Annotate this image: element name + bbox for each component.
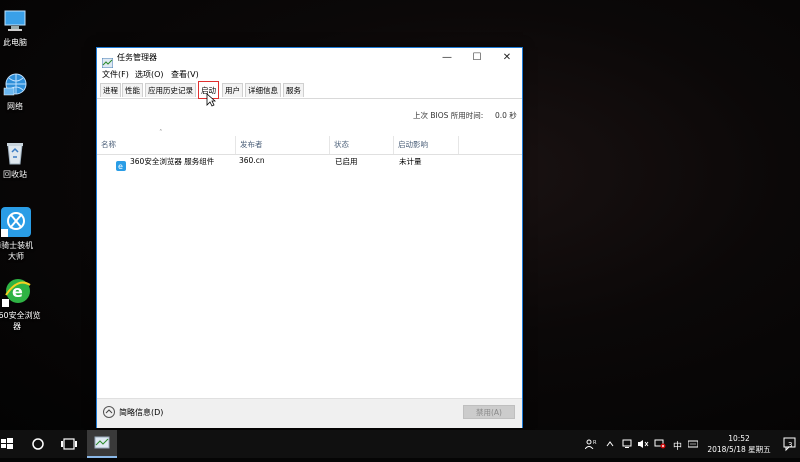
tab-bar: 进程 性能 应用历史记录 启动 用户 详细信息 服务	[97, 81, 522, 99]
tab-details[interactable]: 详细信息	[245, 83, 281, 97]
tab-app-history[interactable]: 应用历史记录	[145, 83, 196, 97]
fewer-details-link[interactable]: 简略信息(D)	[119, 407, 163, 418]
task-view-icon	[61, 438, 77, 450]
row-status: 已启用	[335, 157, 358, 166]
task-manager-taskbar-icon	[94, 436, 110, 449]
maximize-button[interactable]: ☐	[462, 48, 492, 68]
taskbar-task-manager-button[interactable]	[87, 430, 117, 458]
tab-performance[interactable]: 性能	[122, 83, 143, 97]
taskbar: R 中 10:52 2018/5/18 星期五 3	[0, 430, 800, 458]
column-status[interactable]: 状态	[330, 136, 394, 154]
table-row[interactable]: e 360安全浏览器 服务组件 360.cn 已启用 未计量	[97, 154, 522, 171]
desktop-icon-this-pc[interactable]: 此电脑	[0, 8, 46, 48]
display-icon[interactable]	[622, 439, 632, 451]
bios-time-label: 上次 BIOS 所用时间:	[413, 111, 484, 120]
desktop-icon-label: 此电脑	[3, 38, 27, 47]
row-name: 360安全浏览器 服务组件	[130, 157, 215, 166]
close-icon: ✕	[502, 52, 512, 63]
volume-muted-icon[interactable]	[637, 439, 649, 451]
desktop-icon-label: 回收站	[3, 170, 27, 179]
clock-date: 2018/5/18 星期五	[707, 445, 771, 454]
desktop-icon-label-line1: 360安全浏览	[0, 311, 41, 320]
desktop-icon-knight-installer[interactable]: i骑士装机 大师	[0, 207, 47, 262]
title-bar[interactable]: 任务管理器 — ☐ ✕	[97, 48, 522, 69]
360-browser-service-icon: e	[116, 156, 126, 175]
input-keyboard-icon[interactable]	[687, 439, 699, 451]
tab-users[interactable]: 用户	[222, 83, 243, 97]
menu-file[interactable]: 文件(F)	[102, 69, 129, 80]
column-startup-impact[interactable]: 启动影响	[394, 136, 459, 154]
windows-logo-icon	[1, 438, 13, 449]
maximize-icon: ☐	[472, 52, 482, 63]
computer-icon	[2, 8, 28, 34]
action-center-button[interactable]: 3	[783, 436, 797, 452]
ime-indicator[interactable]: 中	[673, 439, 682, 452]
task-manager-window: 任务管理器 — ☐ ✕ 文件(F) 选项(O) 查看(V) 进程 性能 应用历史…	[96, 47, 523, 428]
cortana-button[interactable]	[30, 430, 46, 458]
minimize-icon: —	[442, 52, 452, 63]
fewer-details-chevron-icon[interactable]	[103, 406, 115, 418]
tab-services[interactable]: 服务	[283, 83, 304, 97]
close-button[interactable]: ✕	[492, 48, 522, 68]
footer-bar: 简略信息(D) 禁用(A)	[97, 398, 522, 428]
window-title: 任务管理器	[117, 53, 157, 62]
desktop-icon-label-line2: 器	[13, 322, 21, 331]
360-browser-icon: e	[2, 277, 32, 307]
minimize-button[interactable]: —	[432, 48, 462, 68]
task-view-button[interactable]	[60, 430, 78, 458]
people-icon[interactable]: R	[584, 439, 597, 451]
cortana-circle-icon	[32, 438, 44, 450]
clock-time: 10:52	[728, 434, 750, 443]
task-manager-icon	[101, 53, 114, 69]
recycle-bin-icon	[2, 140, 28, 166]
desktop-icon-label: 网络	[7, 102, 23, 111]
svg-text:e: e	[118, 162, 123, 171]
disable-button[interactable]: 禁用(A)	[463, 405, 515, 419]
desktop-icon-recycle-bin[interactable]: 回收站	[0, 140, 46, 180]
desktop-icon-label-line1: i骑士装机	[0, 241, 34, 250]
network-disconnected-icon[interactable]	[654, 439, 666, 451]
menu-view[interactable]: 查看(V)	[171, 69, 199, 80]
row-publisher: 360.cn	[239, 156, 265, 165]
column-name[interactable]: 名称	[97, 136, 236, 154]
svg-text:R: R	[593, 440, 597, 446]
column-header-row: 名称 发布者 状态 启动影响	[97, 136, 522, 155]
desktop-icon-360-browser[interactable]: e 360安全浏览 器	[0, 277, 48, 332]
start-button[interactable]	[0, 430, 15, 458]
mouse-cursor-icon	[206, 92, 217, 111]
bios-time-value: 0.0 秒	[495, 111, 517, 120]
knight-installer-icon	[1, 207, 31, 237]
notification-count: 3	[788, 441, 793, 449]
clock[interactable]: 10:52 2018/5/18 星期五	[700, 433, 778, 455]
row-impact: 未计量	[399, 157, 422, 166]
desktop-icon-label-line2: 大师	[8, 252, 24, 261]
desktop-icon-network[interactable]: 网络	[0, 72, 46, 112]
chevron-up-icon[interactable]	[606, 439, 614, 451]
network-icon	[2, 72, 28, 98]
tab-processes[interactable]: 进程	[100, 83, 121, 97]
column-publisher[interactable]: 发布者	[236, 136, 330, 154]
menu-options[interactable]: 选项(O)	[135, 69, 164, 80]
